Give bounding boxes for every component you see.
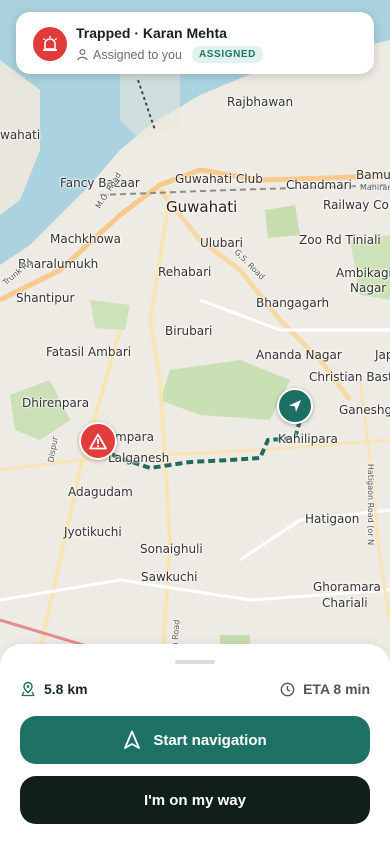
current-location-marker[interactable]	[277, 388, 313, 424]
map-label: Jap	[375, 348, 390, 362]
map-label: Sonaighuli	[140, 542, 203, 556]
map-label: Ghoramara	[313, 580, 381, 594]
map-pin-icon	[21, 681, 35, 697]
alert-title: Trapped · Karan Mehta	[76, 25, 227, 41]
map-label: Christian Basti	[309, 370, 390, 384]
eta-info: ETA 8 min	[280, 681, 370, 697]
map-label: Zoo Rd Tiniali	[299, 233, 381, 247]
map-label: Ambikagi	[336, 266, 390, 280]
siren-icon	[33, 27, 67, 61]
map-label: Guwahati Club	[175, 172, 263, 186]
map-label: wahati	[0, 128, 41, 142]
assignment-row: Assigned to you ASSIGNED	[76, 46, 263, 63]
map-label: Shantipur	[16, 291, 75, 305]
on-my-way-button[interactable]: I'm on my way	[20, 776, 370, 824]
distance-value: 5.8 km	[44, 681, 88, 697]
map-label: Jyotikuchi	[64, 525, 122, 539]
bottom-sheet: 5.8 km ETA 8 min Start navigation I'm on…	[0, 644, 390, 844]
incident-marker[interactable]	[79, 422, 117, 460]
warning-icon	[89, 433, 107, 449]
map-label: Kahilipara	[278, 432, 338, 446]
person-icon	[77, 48, 88, 61]
map-label: Hatigaon	[305, 512, 360, 526]
map-label: Guwahati	[166, 198, 238, 216]
assigned-text: Assigned to you	[93, 47, 182, 62]
navigation-icon	[124, 730, 141, 749]
map-label: Bamu	[356, 168, 390, 182]
status-badge: ASSIGNED	[191, 46, 263, 63]
map-label: Fancy Bazaar	[60, 176, 140, 190]
map-view[interactable]: Rajbhawan wahati Guwahati Club Chandmari…	[0, 0, 390, 700]
map-label: Machkhowa	[50, 232, 121, 246]
start-navigation-button[interactable]: Start navigation	[20, 716, 370, 764]
map-label: Birubari	[165, 324, 213, 338]
map-label: Lalganesh	[108, 451, 170, 465]
map-label: Chandmari	[286, 178, 352, 192]
map-label: Rajbhawan	[227, 95, 294, 109]
navigation-arrow-icon	[289, 400, 301, 412]
map-label: Railway Colo	[323, 198, 390, 212]
alert-card[interactable]: Trapped · Karan Mehta Assigned to you AS…	[16, 12, 374, 74]
start-navigation-label: Start navigation	[153, 731, 267, 749]
map-label: Ananda Nagar	[256, 348, 342, 362]
sheet-handle[interactable]	[175, 660, 215, 664]
map-road-label: Hatigaon Road (or N	[366, 463, 376, 546]
map-label: Nagar	[350, 281, 387, 295]
clock-icon	[280, 682, 295, 696]
map-label: Adagudam	[68, 485, 133, 499]
map-label: Chariali	[322, 596, 368, 610]
map-label: Bhangagarh	[256, 296, 330, 310]
map-label: Maniram D	[360, 183, 390, 192]
map-label: Sawkuchi	[141, 570, 198, 584]
map-label: Ulubari	[200, 236, 243, 250]
on-my-way-label: I'm on my way	[144, 791, 246, 809]
map-label: Rehabari	[158, 265, 212, 279]
map-label: Fatasil Ambari	[46, 345, 132, 359]
eta-value: ETA 8 min	[303, 681, 370, 697]
map-label: Ganeshg	[339, 403, 390, 417]
distance-info: 5.8 km	[20, 681, 88, 697]
map-label: Dhirenpara	[22, 396, 90, 410]
map-label: mpara	[115, 430, 154, 444]
